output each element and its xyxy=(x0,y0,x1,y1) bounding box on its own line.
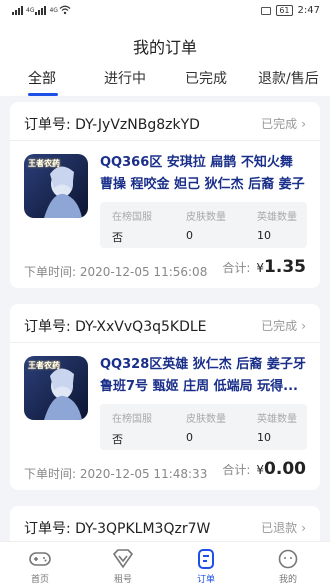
info-value: 10 xyxy=(257,431,271,444)
product-title[interactable]: QQ328区英雄 狄仁杰 后裔 姜子牙 鲁班7号 甄姬 庄周 低端局 玩得... xyxy=(100,354,308,398)
signal-icon xyxy=(12,5,23,15)
nav-rent[interactable]: 租号 xyxy=(93,548,153,585)
nav-label: 首页 xyxy=(30,575,49,585)
order-card[interactable]: 订单号: DY-XxVvQ3q5KDLE 已完成 › 王者农药 QQ328区英雄 … xyxy=(10,304,320,490)
order-card[interactable]: 订单号: DY-JyVzNBg8zkYD 已完成 › 王者农药 QQ366区 安琪… xyxy=(10,102,320,288)
chevron-right-icon: › xyxy=(301,117,306,131)
nav-label: 租号 xyxy=(113,575,132,585)
info-value: 否 xyxy=(112,433,123,446)
tab-refund[interactable]: 退款/售后 xyxy=(258,68,319,88)
order-number: 订单号: DY-3QPKLM3Qzr7W xyxy=(24,521,211,537)
status-bar: 4G 4G 61 2:47 xyxy=(0,0,330,24)
game-logo: 王者农药 xyxy=(28,159,60,168)
nav-label: 我的 xyxy=(278,575,297,585)
info-label: 在榜国服 xyxy=(112,414,152,425)
network-type-1: 4G xyxy=(26,6,35,14)
total-amount: 1.35 xyxy=(264,257,306,277)
order-icon xyxy=(198,549,214,569)
order-time: 下单时间: 2020-12-05 11:48:33 xyxy=(24,467,208,481)
info-value: 10 xyxy=(257,229,271,242)
tab-all[interactable]: 全部 xyxy=(28,68,56,88)
order-number: 订单号: DY-XxVvQ3q5KDLE xyxy=(24,319,207,335)
face-icon xyxy=(278,549,298,569)
info-value: 否 xyxy=(112,231,123,244)
battery-icon: 61 xyxy=(276,5,293,16)
info-label: 英雄数量 xyxy=(257,212,297,223)
product-info: 在榜国服否 皮肤数量 0 英雄数量 10 xyxy=(100,202,307,248)
order-status[interactable]: 已退款 › xyxy=(261,519,306,536)
order-tabs: 全部 进行中 已完成 退款/售后 xyxy=(0,66,330,96)
vibrate-icon xyxy=(261,6,272,15)
product-thumbnail[interactable]: 王者农药 xyxy=(24,154,88,218)
clock: 2:47 xyxy=(297,5,320,16)
product-info: 在榜国服否 皮肤数量 0 英雄数量 10 xyxy=(100,404,307,450)
signal-icon-2 xyxy=(35,5,47,15)
info-label: 皮肤数量 xyxy=(186,414,226,425)
order-status[interactable]: 已完成 › xyxy=(261,115,306,132)
info-value: 0 xyxy=(186,229,193,242)
nav-home[interactable]: 首页 xyxy=(10,548,70,585)
tab-in-progress[interactable]: 进行中 xyxy=(104,68,146,88)
product-title[interactable]: QQ366区 安琪拉 扁鹊 不知火舞 曹操 程咬金 妲己 狄仁杰 后裔 姜子牙 … xyxy=(100,152,308,196)
info-value: 0 xyxy=(186,431,193,444)
nav-profile[interactable]: 我的 xyxy=(258,548,318,585)
nav-label: 订单 xyxy=(196,575,215,585)
order-total: 合计: ¥0.00 xyxy=(222,459,306,479)
divider xyxy=(10,342,320,343)
nav-orders[interactable]: 订单 xyxy=(176,548,236,585)
gamepad-icon xyxy=(29,552,51,566)
page-header: 我的订单 xyxy=(0,24,330,66)
order-time: 下单时间: 2020-12-05 11:56:08 xyxy=(24,265,208,279)
page-title: 我的订单 xyxy=(132,38,197,57)
chevron-right-icon: › xyxy=(301,319,306,333)
total-amount: 0.00 xyxy=(264,459,306,479)
info-label: 在榜国服 xyxy=(112,212,152,223)
tab-completed[interactable]: 已完成 xyxy=(185,68,227,88)
chevron-right-icon: › xyxy=(301,521,306,535)
order-number: 订单号: DY-JyVzNBg8zkYD xyxy=(24,117,200,133)
active-tab-indicator xyxy=(28,93,58,96)
diamond-icon xyxy=(113,549,133,568)
order-total: 合计: ¥1.35 xyxy=(222,257,306,277)
network-type-2: 4G xyxy=(49,6,58,14)
wifi-icon xyxy=(59,5,71,15)
game-logo: 王者农药 xyxy=(28,361,60,370)
product-thumbnail[interactable]: 王者农药 xyxy=(24,356,88,420)
bottom-navigation: 首页 租号 订单 我的 xyxy=(0,541,330,587)
info-label: 英雄数量 xyxy=(257,414,297,425)
divider xyxy=(10,140,320,141)
info-label: 皮肤数量 xyxy=(186,212,226,223)
order-status[interactable]: 已完成 › xyxy=(261,317,306,334)
